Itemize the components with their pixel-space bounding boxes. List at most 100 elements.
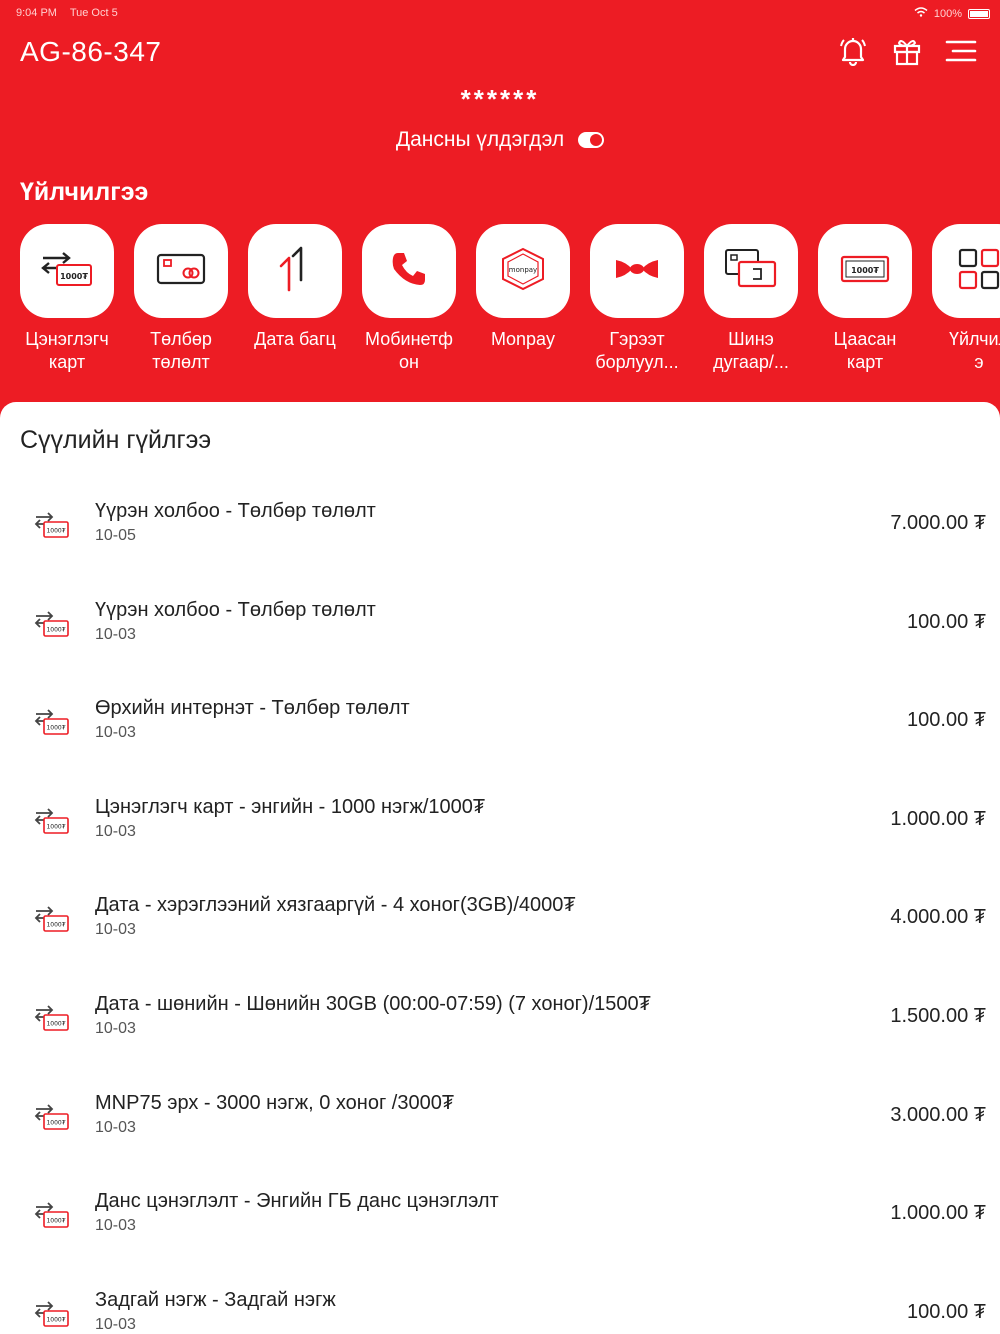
service-tile[interactable]: 1000₮ <box>818 224 912 318</box>
battery-icon <box>968 8 990 19</box>
new-number-icon <box>723 246 779 297</box>
svg-text:1000₮: 1000₮ <box>46 626 65 633</box>
services-carousel[interactable]: 1000₮ Цэнэглэгч карт Төлбөр төлөлт Дата … <box>20 224 1000 394</box>
service-tile[interactable] <box>704 224 798 318</box>
service-bill-payment[interactable]: Төлбөр төлөлт <box>131 224 231 374</box>
service-more-services[interactable]: Үйлчил э <box>929 224 1000 374</box>
svg-text:1000₮: 1000₮ <box>60 272 88 281</box>
service-label: Monpay <box>490 329 556 349</box>
service-tile[interactable] <box>134 224 228 318</box>
transaction-date: 10-03 <box>95 625 136 643</box>
service-tile[interactable] <box>932 224 1000 318</box>
transaction-card-icon: 1000₮ <box>34 510 70 540</box>
service-label: Цэнэглэгч карт <box>25 329 109 372</box>
service-tile[interactable]: monpay <box>476 224 570 318</box>
transaction-date: 10-03 <box>95 1217 136 1235</box>
data-transfer-icon <box>275 246 315 297</box>
service-label: Шинэ дугаар/... <box>713 329 789 372</box>
bell-icon[interactable] <box>836 34 870 68</box>
transaction-amount: 4.000.00 ₮ <box>890 906 986 929</box>
svg-text:1000₮: 1000₮ <box>851 266 879 275</box>
recent-transactions-panel: Сүүлийн гүйлгээ 1000₮ Үүрэн холбоо - Төлб… <box>0 402 1000 1334</box>
services-grid-icon <box>957 247 1000 296</box>
status-date: Tue Oct 5 <box>69 7 118 19</box>
transaction-date: 10-03 <box>95 822 136 840</box>
balance-row: Дансны үлдэгдэл <box>0 128 1000 152</box>
service-paper-card[interactable]: 1000₮ Цаасан карт <box>815 224 915 374</box>
svg-text:1000₮: 1000₮ <box>46 725 65 732</box>
transaction-row[interactable]: 1000₮ Үүрэн холбоо - Төлбөр төлөлт 10-03 10… <box>0 583 1000 681</box>
svg-text:1000₮: 1000₮ <box>46 1218 65 1225</box>
gift-icon[interactable] <box>890 34 924 68</box>
service-tile[interactable] <box>248 224 342 318</box>
status-bar: 9:04 PM Tue Oct 5 100% <box>0 0 1000 28</box>
transaction-row[interactable]: 1000₮ MNP75 эрх - 3000 нэгж, 0 хоног /300… <box>0 1076 1000 1174</box>
svg-text:1000₮: 1000₮ <box>46 922 65 929</box>
transaction-card-icon: 1000₮ <box>34 707 70 737</box>
transaction-date: 10-05 <box>95 527 136 544</box>
battery-percent: 100% <box>933 7 962 20</box>
svg-text:1000₮: 1000₮ <box>46 823 65 830</box>
transaction-row[interactable]: 1000₮ Цэнэглэгч карт - энгийн - 1000 нэгж… <box>0 780 1000 878</box>
service-tile[interactable] <box>590 224 684 318</box>
svg-text:1000₮: 1000₮ <box>46 1119 65 1126</box>
transaction-amount: 100.00 ₮ <box>907 610 986 633</box>
transaction-title: MNP75 эрх - 3000 нэгж, 0 хоног /3000₮ <box>95 1091 455 1114</box>
transaction-title: Задгай нэгж - Задгай нэгж <box>95 1288 336 1311</box>
transaction-amount: 1.000.00 ₮ <box>890 807 986 830</box>
transaction-row[interactable]: 1000₮ Данс цэнэглэлт - Энгийн ГБ данс цэн… <box>0 1174 1000 1272</box>
balance-visibility-toggle[interactable] <box>578 132 605 148</box>
service-data-package[interactable]: Дата багц <box>245 224 345 351</box>
contract-sales-icon <box>612 254 662 289</box>
service-monpay[interactable]: monpay Monpay <box>473 224 573 351</box>
service-label: Дата багц <box>254 329 336 349</box>
transaction-card-icon: 1000₮ <box>34 1003 70 1033</box>
transaction-amount: 100.00 ₮ <box>907 1300 986 1323</box>
service-label: Төлбөр төлөлт <box>150 329 212 372</box>
transaction-amount: 1.500.00 ₮ <box>890 1005 986 1027</box>
paper-card-icon: 1000₮ <box>839 253 891 290</box>
svg-text:1000₮: 1000₮ <box>46 1316 65 1323</box>
menu-icon[interactable] <box>944 34 978 68</box>
transaction-amount: 3.000.00 ₮ <box>890 1103 986 1126</box>
transaction-amount: 7.000.00 ₮ <box>890 512 986 534</box>
service-contract-sales[interactable]: Гэрээт борлуул... <box>587 224 687 374</box>
transaction-title: Цэнэглэгч карт - энгийн - 1000 нэгж/1000… <box>95 795 486 818</box>
service-recharge-card[interactable]: 1000₮ Цэнэглэгч карт <box>20 224 117 374</box>
transaction-card-icon: 1000₮ <box>34 904 70 934</box>
transaction-row[interactable]: 1000₮ Задгай нэгж - Задгай нэгж 10-03 100.0… <box>0 1273 1000 1334</box>
service-tile[interactable]: 1000₮ <box>20 224 114 318</box>
account-id: AG-86-347 <box>20 36 162 67</box>
transaction-card-icon: 1000₮ <box>34 609 70 639</box>
transaction-row[interactable]: 1000₮ Дата - хэрэглээний хязгааргүй - 4 х… <box>0 878 1000 976</box>
recharge-card-icon: 1000₮ <box>39 249 95 294</box>
transaction-card-icon: 1000₮ <box>34 1102 70 1132</box>
transaction-date: 10-03 <box>95 921 136 939</box>
service-label: Гэрээт борлуул... <box>595 329 679 372</box>
transaction-title: Дата - хэрэглээний хязгааргүй - 4 хоног(… <box>95 894 576 917</box>
transaction-card-icon: 1000₮ <box>34 1200 70 1230</box>
transaction-date: 10-03 <box>95 1315 136 1333</box>
transaction-row[interactable]: 1000₮ Өрхийн интернэт - Төлбөр төлөлт 10-0… <box>0 681 1000 779</box>
recent-transactions-title: Сүүлийн гүйлгээ <box>20 426 212 454</box>
transaction-title: Үүрэн холбоо - Төлбөр төлөлт <box>95 598 376 621</box>
transaction-date: 10-03 <box>95 1118 136 1136</box>
service-label: Үйлчил э <box>948 329 1000 372</box>
transaction-card-icon: 1000₮ <box>34 1299 70 1329</box>
transaction-title: Үүрэн холбоо - Төлбөр төлөлт <box>95 500 376 522</box>
transaction-amount: 1.000.00 ₮ <box>890 1202 986 1225</box>
svg-text:1000₮: 1000₮ <box>46 1021 65 1028</box>
service-tile[interactable] <box>362 224 456 318</box>
balance-masked: ****** <box>460 84 540 114</box>
monpay-icon: monpay <box>498 246 548 297</box>
payment-card-icon <box>155 251 207 292</box>
transaction-row[interactable]: 1000₮ Дата - шөнийн - Шөнийн 30GB (00:00-… <box>0 977 1000 1075</box>
status-time: 9:04 PM <box>16 7 57 19</box>
services-title: Үйлчилгээ <box>20 178 149 206</box>
phone-icon <box>389 249 429 294</box>
service-new-number[interactable]: Шинэ дугаар/... <box>701 224 801 374</box>
service-mobinet-phone[interactable]: Мобинетф он <box>359 224 459 374</box>
service-label: Цаасан карт <box>833 329 897 372</box>
transaction-row[interactable]: 1000₮ Үүрэн холбоо - Төлбөр төлөлт 10-05 7.… <box>0 484 1000 582</box>
svg-text:monpay: monpay <box>509 266 537 274</box>
